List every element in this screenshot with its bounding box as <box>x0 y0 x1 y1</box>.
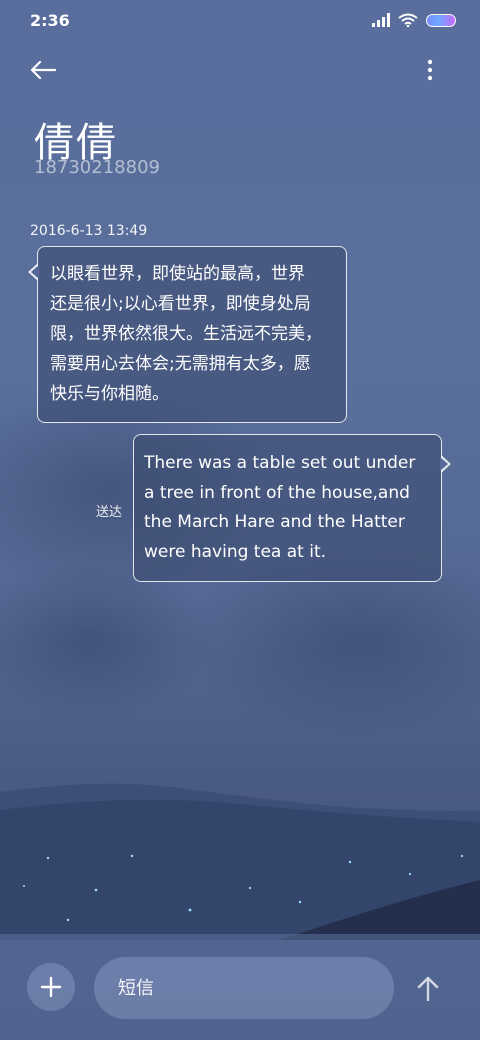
status-bar: 2:36 <box>0 0 480 40</box>
message-line: a tree in front of the house,and <box>144 482 410 503</box>
composer-bar <box>0 934 480 1040</box>
message-line: There was a table set out under <box>144 453 416 473</box>
plus-icon <box>40 976 62 998</box>
message-line: 快乐与你相随。 <box>50 384 169 404</box>
send-button[interactable] <box>412 972 444 1004</box>
more-options-button[interactable] <box>420 54 440 86</box>
add-attachment-button[interactable] <box>27 963 75 1011</box>
conversation-toolbar <box>0 50 480 90</box>
delivery-status: 送达 <box>96 505 123 520</box>
message-line: 需要用心去体会;无需拥有太多，愿 <box>50 354 311 374</box>
arrow-left-icon <box>30 60 56 80</box>
battery-icon <box>426 13 456 27</box>
message-line: 限，世界依然很大。生活远不完美， <box>50 324 322 344</box>
status-icons <box>372 13 456 27</box>
back-button[interactable] <box>30 54 70 86</box>
hills-illustration <box>0 783 480 940</box>
outgoing-message-bubble[interactable]: There was a table set out under a tree i… <box>133 434 451 582</box>
more-vertical-icon <box>427 59 433 81</box>
message-timestamp: 2016-6-13 13:49 <box>30 223 148 239</box>
incoming-message-bubble[interactable]: 以眼看世界，即使站的最高，世界 还是很小;以心看世界，即使身处局 限，世界依然很… <box>28 246 347 423</box>
message-line: 还是很小;以心看世界，即使身处局 <box>50 294 311 314</box>
signal-icon <box>372 13 390 27</box>
wifi-icon <box>398 13 418 27</box>
message-line: were having tea at it. <box>144 541 327 562</box>
message-line: the March Hare and the Hatter <box>144 512 405 532</box>
arrow-up-icon <box>417 976 439 1001</box>
message-line: 以眼看世界，即使站的最高，世界 <box>50 264 305 284</box>
message-input[interactable] <box>94 957 394 1019</box>
status-time: 2:36 <box>30 10 70 30</box>
contact-number: 18730218809 <box>34 157 160 178</box>
